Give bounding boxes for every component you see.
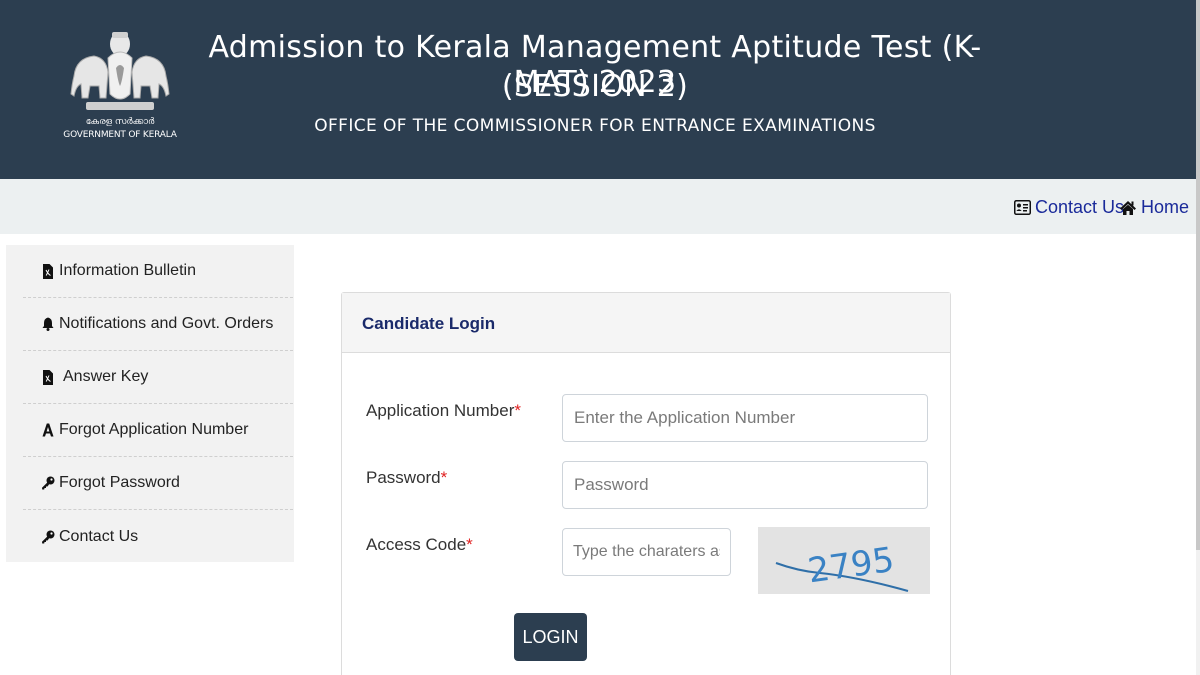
required-marker: *: [514, 401, 521, 420]
key-icon: [41, 530, 55, 544]
password-input[interactable]: [562, 461, 928, 509]
application-number-input[interactable]: [562, 394, 928, 442]
sidebar-item-label: Forgot Application Number: [59, 421, 249, 438]
pdf-file-icon: [41, 369, 55, 385]
address-card-icon: [1014, 200, 1031, 215]
page-title-session: (SESSION 2): [501, 69, 689, 104]
site-header: കേരള സർക്കാർ GOVERNMENT OF KERALA Admiss…: [0, 0, 1200, 179]
required-marker: *: [466, 535, 473, 554]
required-marker: *: [440, 468, 448, 487]
page-scrollbar-thumb[interactable]: [1196, 0, 1200, 550]
access-code-label-text: Access Code: [366, 535, 467, 554]
pdf-file-icon: [41, 263, 55, 279]
access-code-input[interactable]: [562, 528, 731, 576]
sidebar-item-notifications[interactable]: Notifications and Govt. Orders: [23, 298, 293, 351]
application-number-label: Application Number*: [366, 401, 521, 421]
page-subtitle: OFFICE OF THE COMMISSIONER FOR ENTRANCE …: [314, 116, 876, 136]
sidebar-item-forgot-password[interactable]: Forgot Password: [23, 457, 293, 510]
nav-contact-us-label: Contact Us: [1035, 197, 1125, 217]
login-button[interactable]: LOGIN: [514, 613, 587, 661]
sidebar-item-label: Contact Us: [59, 527, 139, 545]
sidebar-item-information-bulletin[interactable]: Information Bulletin: [23, 245, 293, 298]
sidebar-item-label: Notifications and Govt. Orders: [59, 315, 274, 332]
kerala-emblem-logo: [66, 24, 174, 146]
sidebar-item-answer-key[interactable]: Answer Key: [23, 351, 293, 404]
nav-home-link[interactable]: Home: [1119, 197, 1189, 218]
panel-header: Candidate Login: [342, 293, 950, 353]
candidate-login-panel: Candidate Login Application Number* Pass…: [341, 292, 951, 675]
password-label-text: Password: [366, 468, 441, 487]
nav-contact-us-link[interactable]: Contact Us: [1014, 197, 1124, 218]
panel-title: Candidate Login: [362, 314, 496, 333]
top-navbar: Contact Us Home: [0, 179, 1196, 234]
bell-icon: [41, 317, 55, 331]
access-code-label: Access Code*: [366, 535, 473, 555]
captcha-image: 2795: [758, 527, 930, 594]
nav-home-label: Home: [1141, 197, 1190, 217]
password-label: Password*: [366, 468, 447, 488]
sidebar-item-contact-us[interactable]: Contact Us: [23, 510, 293, 563]
home-icon: [1119, 200, 1137, 216]
emblem-caption: GOVERNMENT OF KERALA: [63, 130, 177, 140]
sidebar-item-label: Answer Key: [63, 368, 149, 385]
emblem-caption-malayalam: കേരള സർക്കാർ: [85, 117, 155, 127]
key-icon: [41, 476, 55, 490]
sidebar-item-forgot-application-number[interactable]: Forgot Application Number: [23, 404, 293, 457]
font-a-icon: [41, 423, 55, 437]
sidebar: Information Bulletin Notifications and G…: [6, 245, 294, 562]
sidebar-item-label: Forgot Password: [59, 474, 180, 491]
application-number-label-text: Application Number: [366, 401, 515, 420]
sidebar-item-label: Information Bulletin: [59, 262, 196, 279]
